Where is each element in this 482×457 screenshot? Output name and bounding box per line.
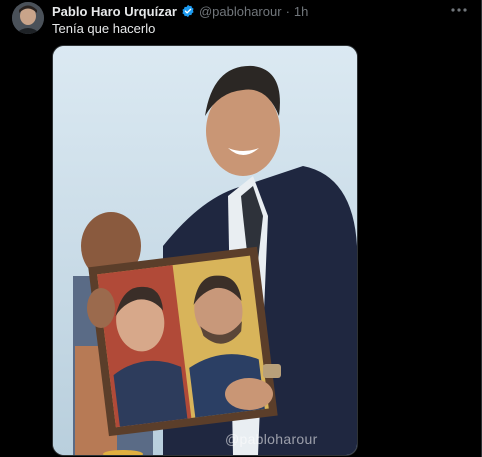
media-watermark: @pabloharour bbox=[225, 431, 318, 447]
author-handle[interactable]: @pabloharour bbox=[199, 4, 282, 19]
separator: · bbox=[285, 3, 290, 19]
tweet-text: Tenía que hacerlo bbox=[52, 21, 156, 36]
verified-badge-icon bbox=[181, 4, 195, 18]
tweet-media[interactable] bbox=[52, 45, 358, 456]
more-icon[interactable] bbox=[450, 3, 468, 17]
author-name[interactable]: Pablo Haro Urquízar bbox=[52, 4, 177, 19]
media-photo bbox=[53, 46, 357, 455]
timestamp[interactable]: 1h bbox=[294, 4, 308, 19]
tweet: Pablo Haro Urquízar @pabloharour · 1h Te… bbox=[0, 0, 482, 457]
avatar[interactable] bbox=[12, 2, 44, 34]
tweet-header: Pablo Haro Urquízar @pabloharour · 1h bbox=[52, 3, 308, 19]
